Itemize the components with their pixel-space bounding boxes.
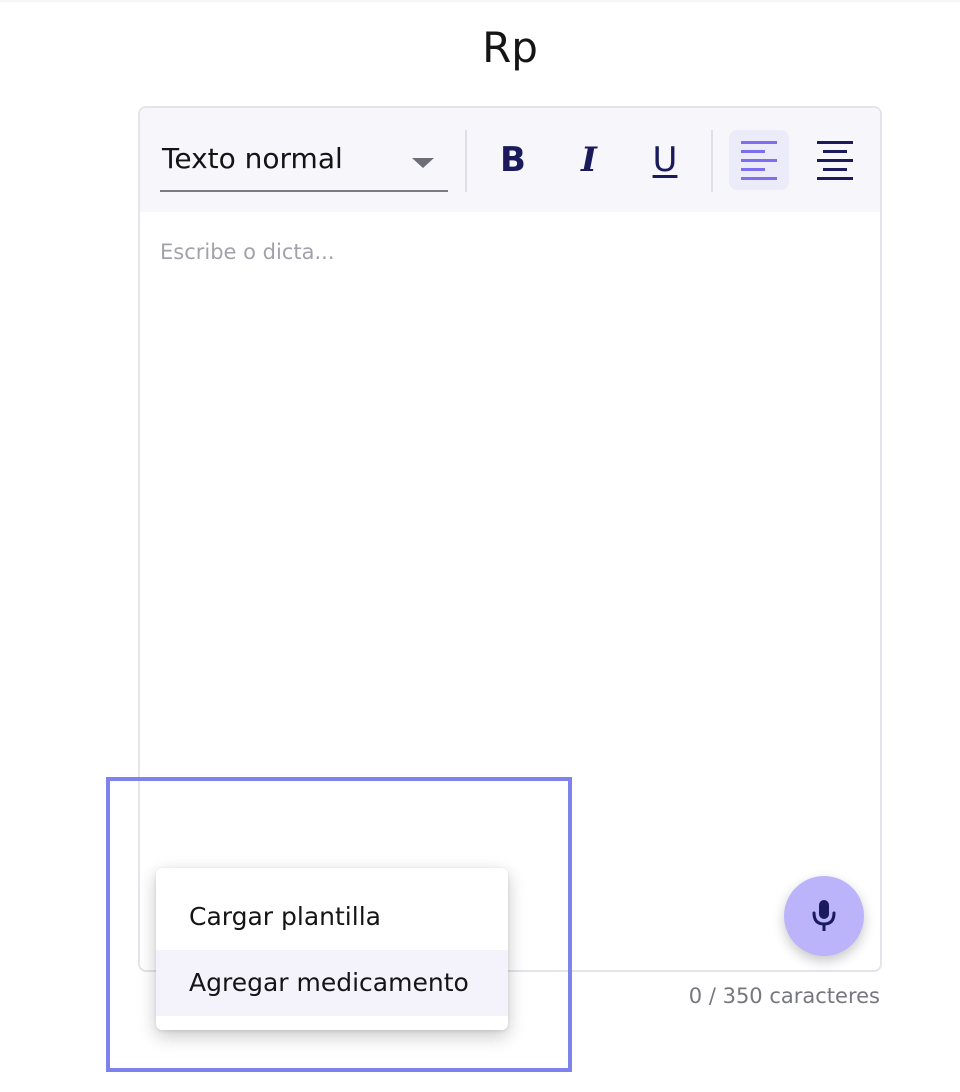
toolbar-divider xyxy=(465,130,467,192)
editor-placeholder[interactable]: Escribe o dicta... xyxy=(160,240,335,264)
bold-icon: B xyxy=(500,140,526,180)
align-center-icon xyxy=(817,140,853,180)
bold-button[interactable]: B xyxy=(483,130,543,190)
editor-toolbar: Texto normal B I U xyxy=(140,108,880,212)
underline-button[interactable]: U xyxy=(635,130,695,190)
rich-text-editor: Texto normal B I U Escribe o dicta... xyxy=(138,106,882,972)
character-counter: 0 / 350 caracteres xyxy=(688,984,880,1008)
italic-button[interactable]: I xyxy=(559,130,619,190)
chevron-down-icon xyxy=(412,158,434,168)
align-left-icon xyxy=(741,140,777,180)
dictate-button[interactable] xyxy=(784,876,864,956)
toolbar-divider xyxy=(711,130,713,192)
menu-item-add-medication[interactable]: Agregar medicamento xyxy=(156,950,508,1016)
align-left-button[interactable] xyxy=(729,130,789,190)
italic-icon: I xyxy=(581,140,597,180)
top-edge xyxy=(0,0,960,2)
text-style-select[interactable]: Texto normal xyxy=(160,134,448,192)
align-center-button[interactable] xyxy=(805,130,865,190)
underline-icon: U xyxy=(652,140,678,180)
insert-menu: Cargar plantilla Agregar medicamento xyxy=(156,868,508,1030)
menu-item-load-template[interactable]: Cargar plantilla xyxy=(156,884,508,950)
page-title: Rp xyxy=(482,23,538,72)
microphone-icon xyxy=(812,900,836,931)
text-style-value: Texto normal xyxy=(162,142,343,175)
